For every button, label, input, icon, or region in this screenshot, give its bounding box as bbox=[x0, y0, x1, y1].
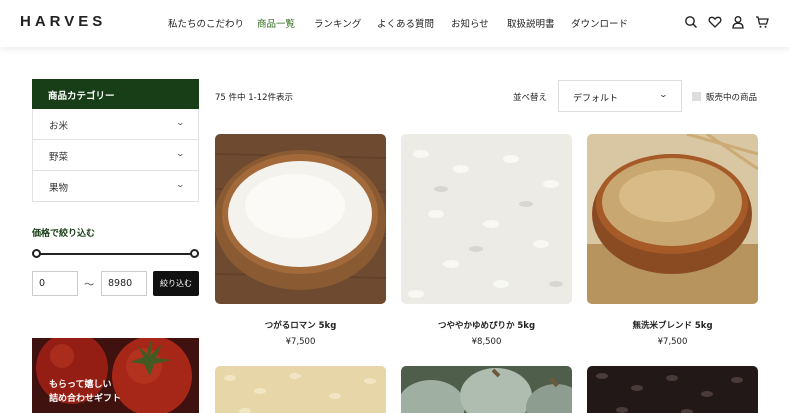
price-slider-max-handle[interactable] bbox=[190, 249, 199, 258]
nav-item-ranking[interactable]: ランキング bbox=[314, 16, 361, 30]
product-name[interactable]: つがるロマン 5kg bbox=[215, 319, 386, 331]
price-separator: 〜 bbox=[84, 280, 94, 291]
category-item-fruits[interactable]: 果物 ⌄ bbox=[33, 170, 198, 201]
filter-button[interactable]: 絞り込む bbox=[153, 271, 199, 296]
category-list: お米 ⌄ 野菜 ⌄ 果物 ⌄ bbox=[32, 109, 199, 202]
category-label: お米 bbox=[49, 121, 69, 132]
banner-text: もらって嬉しい 詰め合わせギフト bbox=[49, 378, 121, 406]
product-card[interactable] bbox=[587, 366, 758, 413]
nav-item-commitment[interactable]: 私たちのこだわり bbox=[168, 16, 244, 30]
product-image[interactable] bbox=[401, 134, 572, 304]
product-image[interactable] bbox=[587, 134, 758, 304]
product-card[interactable] bbox=[215, 366, 386, 413]
chevron-down-icon: ⌄ bbox=[175, 149, 186, 158]
chevron-down-icon: ⌄ bbox=[175, 118, 186, 127]
product-price: ¥7,500 bbox=[657, 337, 688, 347]
site-header: HARVES 私たちのこだわり 商品一覧 ランキング よくある質問 お知らせ 取… bbox=[0, 0, 790, 47]
category-label: 野菜 bbox=[49, 152, 69, 163]
nav-item-faq[interactable]: よくある質問 bbox=[377, 16, 434, 30]
nav-item-products[interactable]: 商品一覧 bbox=[257, 16, 295, 30]
price-slider-track[interactable] bbox=[36, 253, 195, 255]
category-item-vegetables[interactable]: 野菜 ⌄ bbox=[33, 139, 198, 170]
product-name[interactable]: 無洗米ブレンド 5kg bbox=[587, 319, 758, 331]
price-max-input[interactable]: 8980 bbox=[101, 271, 147, 296]
nav-item-manual[interactable]: 取扱説明書 bbox=[507, 16, 555, 30]
product-card[interactable]: つややかゆめぴりか 5kg ¥8,500 bbox=[401, 134, 572, 347]
sort-label: 並べ替え bbox=[513, 93, 548, 103]
cart-icon[interactable] bbox=[755, 15, 769, 29]
category-label: 果物 bbox=[49, 183, 69, 194]
product-image[interactable] bbox=[215, 366, 386, 413]
in-stock-label[interactable]: 販売中の商品 bbox=[706, 91, 757, 103]
heart-icon[interactable] bbox=[708, 15, 722, 29]
result-count: 75 件中 1-12件表示 bbox=[215, 93, 294, 103]
product-card[interactable] bbox=[401, 366, 572, 413]
price-slider-min-handle[interactable] bbox=[32, 249, 41, 258]
site-logo[interactable]: HARVES bbox=[20, 13, 106, 30]
product-name[interactable]: つややかゆめぴりか 5kg bbox=[401, 319, 572, 331]
product-price: ¥7,500 bbox=[285, 337, 316, 347]
nav-item-news[interactable]: お知らせ bbox=[451, 16, 489, 30]
category-item-rice[interactable]: お米 ⌄ bbox=[33, 109, 198, 139]
search-icon[interactable] bbox=[684, 15, 698, 29]
user-icon[interactable] bbox=[731, 15, 745, 29]
banner-line: もらって嬉しい bbox=[49, 380, 112, 390]
sort-value: デフォルト bbox=[573, 94, 619, 104]
in-stock-checkbox[interactable] bbox=[692, 92, 701, 101]
product-price: ¥8,500 bbox=[471, 337, 502, 347]
price-filter-title: 価格で絞り込む bbox=[32, 229, 96, 239]
product-card[interactable]: つがるロマン 5kg ¥7,500 bbox=[215, 134, 386, 347]
chevron-down-icon: ⌄ bbox=[175, 180, 186, 189]
banner-line: 詰め合わせギフト bbox=[49, 394, 122, 404]
gift-banner[interactable]: もらって嬉しい 詰め合わせギフト bbox=[32, 338, 199, 413]
chevron-down-icon: ⌄ bbox=[658, 90, 669, 99]
product-image[interactable] bbox=[587, 366, 758, 413]
category-panel-title: 商品カテゴリー bbox=[32, 79, 199, 109]
product-card[interactable]: 無洗米ブレンド 5kg ¥7,500 bbox=[587, 134, 758, 347]
product-image[interactable] bbox=[401, 366, 572, 413]
nav-item-download[interactable]: ダウンロード bbox=[571, 16, 628, 30]
sort-select[interactable]: デフォルト ⌄ bbox=[558, 80, 682, 112]
price-min-input[interactable]: 0 bbox=[32, 271, 78, 296]
product-image[interactable] bbox=[215, 134, 386, 304]
